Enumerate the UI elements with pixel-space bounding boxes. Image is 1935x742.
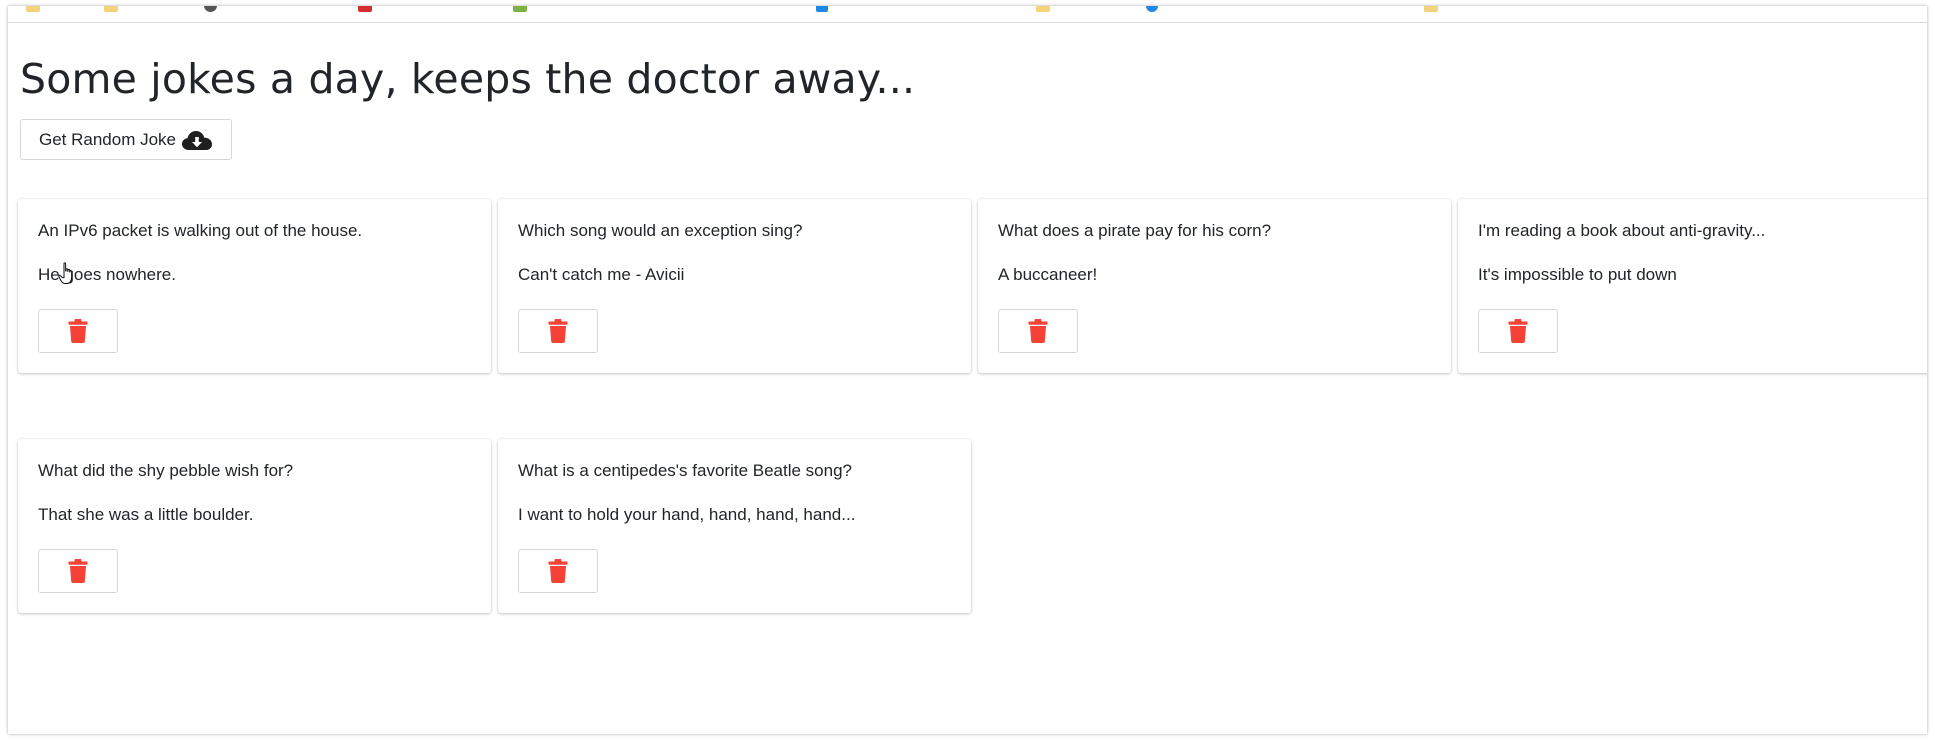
trash-icon (68, 559, 88, 583)
trash-icon (548, 319, 568, 343)
trash-icon (548, 559, 568, 583)
trash-icon (68, 319, 88, 343)
bookmark-site-icon[interactable] (358, 6, 372, 12)
joke-setup: An IPv6 packet is walking out of the hou… (38, 221, 363, 240)
bookmark-site-icon[interactable] (204, 6, 217, 12)
joke-setup: I'm reading a book about anti-gravity... (1478, 221, 1766, 240)
bookmark-folder-icon[interactable] (1424, 6, 1438, 12)
joke-card: What did the shy pebble wish for? That s… (18, 439, 491, 613)
delete-joke-button[interactable] (998, 309, 1078, 353)
delete-joke-button[interactable] (38, 549, 118, 593)
bookmarks-bar (8, 6, 1927, 23)
page-title: Some jokes a day, keeps the doctor away.… (20, 55, 916, 103)
page-content: Some jokes a day, keeps the doctor away.… (12, 23, 1927, 734)
joke-card: What does a pirate pay for his corn? A b… (978, 199, 1451, 373)
trash-icon (1508, 319, 1528, 343)
trash-icon (1028, 319, 1048, 343)
joke-card: I'm reading a book about anti-gravity...… (1458, 199, 1927, 373)
joke-punchline: That she was a little boulder. (38, 505, 254, 524)
delete-joke-button[interactable] (518, 309, 598, 353)
joke-punchline: It's impossible to put down (1478, 265, 1677, 284)
bookmark-folder-icon[interactable] (1036, 6, 1050, 12)
joke-setup: What is a centipedes's favorite Beatle s… (518, 461, 852, 480)
delete-joke-button[interactable] (1478, 309, 1558, 353)
bookmark-site-icon[interactable] (1146, 6, 1158, 12)
bookmark-site-icon[interactable] (816, 6, 828, 12)
joke-punchline: A buccaneer! (998, 265, 1098, 284)
bookmark-site-icon[interactable] (513, 6, 527, 12)
joke-card: What is a centipedes's favorite Beatle s… (498, 439, 971, 613)
joke-punchline: I want to hold your hand, hand, hand, ha… (518, 505, 856, 524)
bookmark-folder-icon[interactable] (104, 6, 118, 12)
get-random-joke-label: Get Random Joke (39, 129, 177, 149)
get-random-joke-button[interactable]: Get Random Joke (20, 119, 232, 160)
joke-card: An IPv6 packet is walking out of the hou… (18, 199, 491, 373)
browser-viewport: Some jokes a day, keeps the doctor away.… (8, 6, 1927, 734)
joke-setup: What did the shy pebble wish for? (38, 461, 294, 480)
joke-punchline: Can't catch me - Avicii (518, 265, 685, 284)
joke-setup: Which song would an exception sing? (518, 221, 803, 240)
joke-punchline: He goes nowhere. (38, 265, 176, 284)
joke-setup: What does a pirate pay for his corn? (998, 221, 1272, 240)
bookmark-folder-icon[interactable] (26, 6, 40, 12)
delete-joke-button[interactable] (518, 549, 598, 593)
delete-joke-button[interactable] (38, 309, 118, 353)
joke-card: Which song would an exception sing? Can'… (498, 199, 971, 373)
cloud-download-icon (181, 129, 213, 151)
